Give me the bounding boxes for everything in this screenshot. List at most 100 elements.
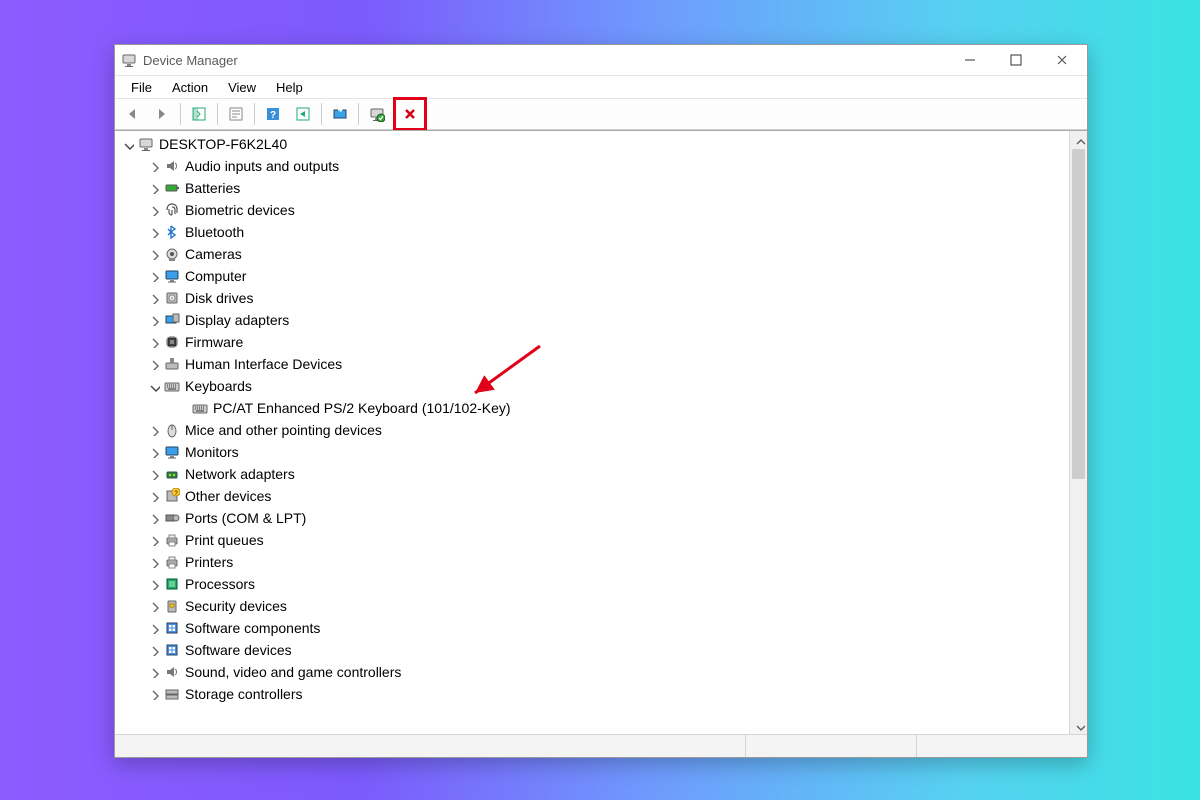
tree-category-label: Software components [185,620,320,636]
update-driver-button[interactable] [326,100,354,128]
chevron-right-icon[interactable] [147,423,161,437]
tree-category[interactable]: Software devices [115,639,1070,661]
chevron-right-icon[interactable] [147,291,161,305]
tree-root[interactable]: DESKTOP-F6K2L40 [115,133,1070,155]
chevron-down-icon[interactable] [121,137,135,151]
window-title: Device Manager [143,53,238,68]
back-button[interactable] [118,100,146,128]
security-icon [163,597,181,615]
chevron-right-icon[interactable] [147,621,161,635]
chevron-right-icon[interactable] [147,643,161,657]
menu-view[interactable]: View [218,79,266,96]
unknown-device-icon [163,487,181,505]
forward-button[interactable] [148,100,176,128]
chevron-right-icon[interactable] [147,313,161,327]
mouse-icon [163,421,181,439]
chevron-right-icon[interactable] [147,247,161,261]
chevron-right-icon[interactable] [147,335,161,349]
tree-device[interactable]: PC/AT Enhanced PS/2 Keyboard (101/102-Ke… [115,397,1070,419]
chevron-right-icon[interactable] [147,357,161,371]
close-button[interactable] [1039,45,1085,75]
tree-category[interactable]: Monitors [115,441,1070,463]
tree-category-label: Print queues [185,532,264,548]
chevron-right-icon[interactable] [147,511,161,525]
device-tree[interactable]: DESKTOP-F6K2L40 Audio inputs and outputs… [115,131,1070,734]
tree-category-label: Storage controllers [185,686,303,702]
tree-category-label: Batteries [185,180,240,196]
chevron-right-icon[interactable] [147,467,161,481]
tree-category[interactable]: Network adapters [115,463,1070,485]
tree-category[interactable]: Print queues [115,529,1070,551]
tree-category[interactable]: Display adapters [115,309,1070,331]
tree-category-label: Firmware [185,334,243,350]
content-area: DESKTOP-F6K2L40 Audio inputs and outputs… [115,130,1087,734]
chevron-right-icon[interactable] [147,489,161,503]
tree-category[interactable]: Batteries [115,177,1070,199]
tree-category[interactable]: Biometric devices [115,199,1070,221]
chip-icon [163,333,181,351]
tree-category[interactable]: Audio inputs and outputs [115,155,1070,177]
chevron-right-icon[interactable] [147,181,161,195]
component-icon [163,641,181,659]
tree-category-label: Biometric devices [185,202,295,218]
menu-file[interactable]: File [121,79,162,96]
tree-category-label: Software devices [185,642,292,658]
chevron-right-icon[interactable] [147,269,161,283]
toolbar [115,98,1087,130]
chevron-right-icon[interactable] [147,555,161,569]
maximize-button[interactable] [993,45,1039,75]
tree-category[interactable]: Computer [115,265,1070,287]
titlebar: Device Manager [115,45,1087,75]
properties-button[interactable] [222,100,250,128]
tree-category[interactable]: Other devices [115,485,1070,507]
scroll-up-icon[interactable] [1070,131,1087,148]
menubar: File Action View Help [115,75,1087,98]
tree-category[interactable]: Processors [115,573,1070,595]
chevron-right-icon[interactable] [147,599,161,613]
chevron-right-icon[interactable] [147,577,161,591]
chevron-right-icon[interactable] [147,225,161,239]
chevron-right-icon[interactable] [147,203,161,217]
tree-category[interactable]: Sound, video and game controllers [115,661,1070,683]
tree-device-label: PC/AT Enhanced PS/2 Keyboard (101/102-Ke… [213,400,511,416]
vertical-scrollbar[interactable] [1069,131,1087,734]
tree-category[interactable]: Storage controllers [115,683,1070,705]
tree-category[interactable]: Bluetooth [115,221,1070,243]
tree-category[interactable]: Security devices [115,595,1070,617]
show-hide-tree-button[interactable] [185,100,213,128]
chevron-right-icon[interactable] [147,687,161,701]
menu-help[interactable]: Help [266,79,313,96]
battery-icon [163,179,181,197]
tree-category-label: Monitors [185,444,239,460]
printer-icon [163,553,181,571]
tree-category[interactable]: Printers [115,551,1070,573]
chevron-right-icon[interactable] [147,159,161,173]
speaker-icon [163,663,181,681]
scroll-down-icon[interactable] [1070,717,1087,734]
monitor-icon [163,267,181,285]
chevron-right-icon[interactable] [147,445,161,459]
tree-category-label: Disk drives [185,290,253,306]
chevron-down-icon[interactable] [147,379,161,393]
uninstall-device-button[interactable] [393,97,427,131]
tree-category[interactable]: Ports (COM & LPT) [115,507,1070,529]
chevron-right-icon[interactable] [147,533,161,547]
tree-category-label: Network adapters [185,466,295,482]
tree-category[interactable]: Human Interface Devices [115,353,1070,375]
tree-category[interactable]: Disk drives [115,287,1070,309]
menu-action[interactable]: Action [162,79,218,96]
tree-root-label: DESKTOP-F6K2L40 [159,136,287,152]
scrollbar-thumb[interactable] [1072,149,1085,479]
minimize-button[interactable] [947,45,993,75]
chevron-right-icon[interactable] [147,665,161,679]
tree-category[interactable]: Cameras [115,243,1070,265]
tree-category[interactable]: Mice and other pointing devices [115,419,1070,441]
scan-hardware-button[interactable] [363,100,391,128]
tree-category[interactable]: Firmware [115,331,1070,353]
tree-category[interactable]: Software components [115,617,1070,639]
help-button[interactable] [259,100,287,128]
app-icon [121,52,137,68]
tree-category[interactable]: Keyboards [115,375,1070,397]
action-button[interactable] [289,100,317,128]
keyboard-icon [163,377,181,395]
